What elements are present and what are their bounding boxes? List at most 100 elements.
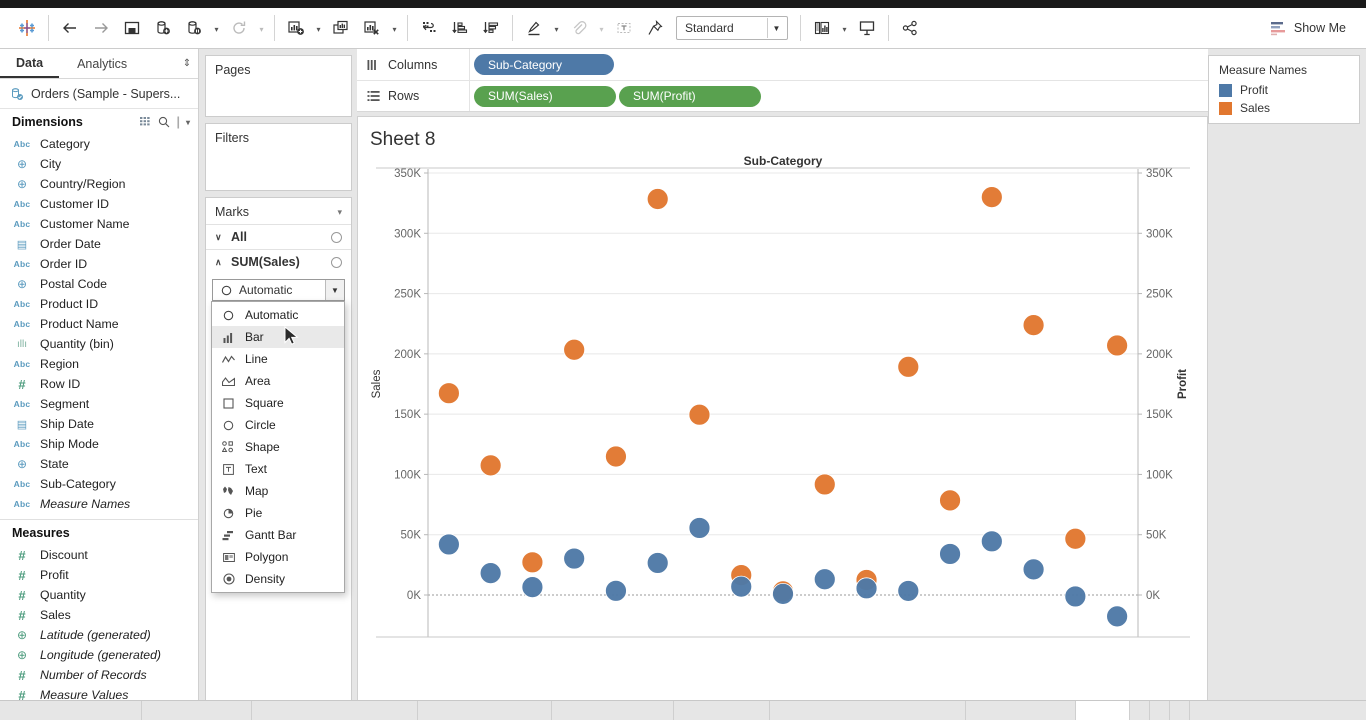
dimension-row-id[interactable]: # Row ID xyxy=(0,374,198,394)
mark-point[interactable] xyxy=(897,355,920,378)
pane-resize-icon[interactable]: ⇕ xyxy=(176,49,198,78)
mark-point[interactable] xyxy=(1106,334,1129,357)
mark-point[interactable] xyxy=(437,382,460,405)
mark-point[interactable] xyxy=(772,582,794,605)
mark-type-option-shape[interactable]: Shape xyxy=(212,436,344,458)
highlighter-caret[interactable]: ▾ xyxy=(551,15,562,41)
dimension-customer-id[interactable]: Abc Customer ID xyxy=(0,194,198,214)
mark-type-option-polygon[interactable]: Polygon xyxy=(212,546,344,568)
fit-select[interactable]: Standard ▼ xyxy=(676,16,788,40)
mark-point[interactable] xyxy=(897,580,920,602)
refresh-caret[interactable]: ▾ xyxy=(256,15,267,41)
data-source-item[interactable]: Orders (Sample - Supers... xyxy=(0,79,198,109)
dimension-quantity-bin[interactable]: ıllı Quantity (bin) xyxy=(0,334,198,354)
mark-point[interactable] xyxy=(479,454,502,477)
measure-longitude[interactable]: ⊕ Longitude (generated) xyxy=(0,645,198,665)
text-label-button[interactable] xyxy=(610,14,638,42)
forward-button[interactable] xyxy=(87,14,115,42)
sort-ascending-button[interactable] xyxy=(446,14,474,42)
mark-point[interactable] xyxy=(479,562,502,585)
columns-dropzone[interactable]: Sub-Category xyxy=(469,49,1208,80)
new-story-tab-button[interactable] xyxy=(1170,701,1190,720)
pause-auto-updates-caret[interactable]: ▾ xyxy=(211,15,222,41)
mark-point[interactable] xyxy=(730,575,753,598)
chart-area[interactable]: Sub-Category 0K 0K 50K 50K 100K 100K 150K 150K 20… xyxy=(358,155,1207,711)
filters-card[interactable]: Filters xyxy=(205,123,352,191)
mark-type-option-line[interactable]: Line xyxy=(212,348,344,370)
grid-view-icon[interactable] xyxy=(140,116,152,128)
marks-group-sum-sales[interactable]: ∧ SUM(Sales) xyxy=(206,249,351,274)
legend-item-sales[interactable]: Sales xyxy=(1209,99,1359,123)
paperclip-caret[interactable]: ▾ xyxy=(596,15,607,41)
new-dashboard-tab-button[interactable] xyxy=(1150,701,1170,720)
back-button[interactable] xyxy=(56,14,84,42)
mark-point[interactable] xyxy=(939,489,961,512)
dimension-customer-name[interactable]: Abc Customer Name xyxy=(0,214,198,234)
dimension-order-id[interactable]: Abc Order ID xyxy=(0,254,198,274)
new-worksheet-caret[interactable]: ▾ xyxy=(313,15,324,41)
dimension-segment[interactable]: Abc Segment xyxy=(0,394,198,414)
pushpin-button[interactable] xyxy=(641,14,669,42)
tab-data[interactable]: Data xyxy=(0,49,60,78)
mark-type-option-circle[interactable]: Circle xyxy=(212,414,344,436)
mark-point[interactable] xyxy=(813,473,836,496)
sort-descending-button[interactable] xyxy=(477,14,505,42)
pause-auto-updates-button[interactable] xyxy=(180,14,208,42)
clear-sheet-button[interactable] xyxy=(358,14,386,42)
dimension-region[interactable]: Abc Region xyxy=(0,354,198,374)
pill-sum-sales[interactable]: SUM(Sales) xyxy=(474,85,616,107)
mark-type-option-gantt-bar[interactable]: Gantt Bar xyxy=(212,524,344,546)
mark-type-option-density[interactable]: Density xyxy=(212,568,344,590)
mark-point[interactable] xyxy=(688,517,711,539)
measure-sales[interactable]: # Sales xyxy=(0,605,198,625)
mark-point[interactable] xyxy=(521,576,544,599)
new-worksheet-button[interactable] xyxy=(282,14,310,42)
dimension-country-region[interactable]: ⊕ Country/Region xyxy=(0,174,198,194)
mark-point[interactable] xyxy=(437,533,460,556)
dimension-category[interactable]: Abc Category xyxy=(0,134,198,154)
highlighter-button[interactable] xyxy=(520,14,548,42)
chevron-down-icon[interactable]: ▾ xyxy=(186,118,190,127)
mark-point[interactable] xyxy=(605,445,627,468)
mark-point[interactable] xyxy=(1022,314,1045,337)
measure-quantity[interactable]: # Quantity xyxy=(0,585,198,605)
mark-point[interactable] xyxy=(563,338,586,361)
mark-point[interactable] xyxy=(1064,527,1087,550)
mark-type-option-area[interactable]: Area xyxy=(212,370,344,392)
mark-point[interactable] xyxy=(605,579,627,602)
dimension-product-name[interactable]: Abc Product Name xyxy=(0,314,198,334)
measure-number-of-records[interactable]: # Number of Records xyxy=(0,665,198,685)
paperclip-button[interactable] xyxy=(565,14,593,42)
mark-point[interactable] xyxy=(646,188,669,210)
scatter-chart[interactable]: Sub-Category 0K 0K 50K 50K 100K 100K 150K 150K 20… xyxy=(358,155,1208,695)
rows-dropzone[interactable]: SUM(Sales) SUM(Profit) xyxy=(469,81,1208,111)
swap-rows-columns-button[interactable] xyxy=(415,14,443,42)
show-hide-cards-button[interactable] xyxy=(808,14,836,42)
show-me-button[interactable]: Show Me xyxy=(1260,17,1360,40)
mark-type-option-automatic[interactable]: Automatic xyxy=(212,304,344,326)
new-worksheet-tab-button[interactable] xyxy=(1130,701,1150,720)
save-button[interactable] xyxy=(118,14,146,42)
new-data-source-button[interactable] xyxy=(149,14,177,42)
measure-profit[interactable]: # Profit xyxy=(0,565,198,585)
duplicate-sheet-button[interactable] xyxy=(327,14,355,42)
chevron-down-icon[interactable]: ▾ xyxy=(337,207,342,218)
dimension-measure-names[interactable]: Abc Measure Names xyxy=(0,494,198,514)
mark-point[interactable] xyxy=(1106,605,1129,628)
mark-type-option-square[interactable]: Square xyxy=(212,392,344,414)
dimension-city[interactable]: ⊕ City xyxy=(0,154,198,174)
marks-all-radio[interactable] xyxy=(331,231,342,243)
tab-analytics[interactable]: Analytics xyxy=(59,49,155,78)
status-cell-active[interactable] xyxy=(1076,701,1130,720)
mark-point[interactable] xyxy=(688,403,711,426)
mark-type-option-pie[interactable]: Pie xyxy=(212,502,344,524)
mark-point[interactable] xyxy=(1022,558,1045,581)
mark-point[interactable] xyxy=(980,186,1003,209)
dimension-sub-category[interactable]: Abc Sub-Category xyxy=(0,474,198,494)
measure-discount[interactable]: # Discount xyxy=(0,545,198,565)
pill-sub-category[interactable]: Sub-Category xyxy=(474,54,614,75)
mark-point[interactable] xyxy=(1064,585,1087,608)
dimension-order-date[interactable]: ▤ Order Date xyxy=(0,234,198,254)
mark-point[interactable] xyxy=(563,547,586,570)
dimension-product-id[interactable]: Abc Product ID xyxy=(0,294,198,314)
